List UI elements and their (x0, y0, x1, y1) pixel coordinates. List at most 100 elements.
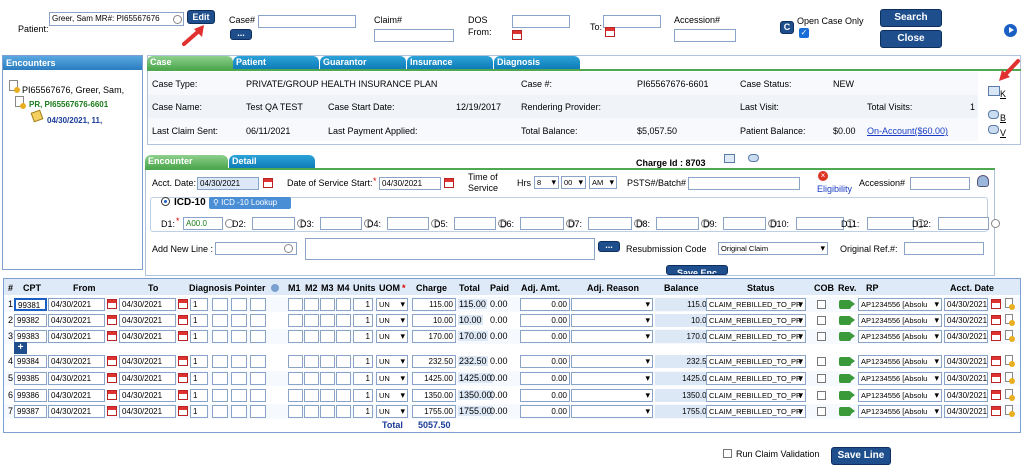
rev-arrow-icon[interactable] (839, 300, 855, 309)
rev-arrow-icon[interactable] (839, 357, 855, 366)
diagnosis-input-5[interactable] (454, 217, 496, 230)
adj-reason-select[interactable] (571, 298, 653, 311)
charge-input[interactable]: 232.50 (412, 355, 456, 368)
person-icon[interactable] (977, 175, 989, 187)
row-calendar-icon[interactable] (991, 299, 1001, 309)
row-note-icon[interactable] (1005, 314, 1015, 326)
acct-date-input[interactable]: 04/30/2021 (944, 355, 988, 368)
diagnosis-pointer-4[interactable] (250, 314, 266, 327)
to-date-input[interactable]: 04/30/2021 (119, 389, 176, 402)
acct-date-input[interactable]: 04/30/2021 (944, 389, 988, 402)
search-button[interactable]: Search (880, 9, 942, 27)
diagnosis-pointer-1[interactable]: 1 (190, 405, 208, 418)
from-date-input[interactable]: 04/30/2021 (48, 314, 105, 327)
row-calendar-icon[interactable] (991, 406, 1001, 416)
psts-input[interactable] (688, 177, 800, 190)
modifier-m4[interactable] (336, 330, 351, 343)
diagnosis-pointer-4[interactable] (250, 330, 266, 343)
modifier-m3[interactable] (320, 298, 335, 311)
uom-select[interactable]: UN (376, 389, 408, 402)
tab-encounter[interactable]: Encounter (145, 155, 228, 168)
adj-amt-input[interactable]: 0.00 (520, 298, 570, 311)
save-line-button[interactable]: Save Line (831, 447, 891, 465)
diagnosis-pointer-2[interactable] (212, 298, 228, 311)
acct-date-input[interactable]: 04/30/2021 (944, 405, 988, 418)
diagnosis-pointer-2[interactable] (212, 355, 228, 368)
tab-guarantor[interactable]: Guarantor (320, 56, 406, 69)
row-note-icon[interactable] (1005, 405, 1015, 417)
adj-amt-input[interactable]: 0.00 (520, 330, 570, 343)
dos-to-calendar-icon[interactable] (605, 27, 615, 37)
hrs-select[interactable]: 8 (534, 176, 559, 189)
acct-date-input[interactable]: 04/30/2021 (944, 298, 988, 311)
encounter-case[interactable]: PR, PI65567676-6601 (29, 100, 108, 109)
from-calendar-icon[interactable] (107, 315, 117, 325)
to-date-input[interactable]: 04/30/2021 (119, 405, 176, 418)
mins-select[interactable]: 00 (561, 176, 586, 189)
from-calendar-icon[interactable] (107, 390, 117, 400)
modifier-m3[interactable] (320, 355, 335, 368)
from-date-input[interactable]: 04/30/2021 (48, 298, 105, 311)
modifier-m3[interactable] (320, 314, 335, 327)
modifier-m4[interactable] (336, 389, 351, 402)
row-calendar-icon[interactable] (991, 331, 1001, 341)
diagnosis-input-12[interactable] (938, 217, 989, 230)
diagnosis-pointer-3[interactable] (231, 405, 247, 418)
rp-select[interactable]: AP1234556 [Absolu (858, 372, 942, 385)
rp-select[interactable]: AP1234556 [Absolu (858, 298, 942, 311)
diagnosis-input-3[interactable] (320, 217, 362, 230)
modifier-m1[interactable] (288, 389, 303, 402)
cob-checkbox[interactable] (817, 332, 826, 341)
modifier-m2[interactable] (304, 389, 319, 402)
uom-select[interactable]: UN (376, 314, 408, 327)
row-note-icon[interactable] (1005, 372, 1015, 384)
units-input[interactable]: 1 (353, 330, 373, 343)
diagnosis-pointer-2[interactable] (212, 330, 228, 343)
diagnosis-pointer-2[interactable] (212, 372, 228, 385)
diagnosis-input-6[interactable] (520, 217, 564, 230)
modifier-m1[interactable] (288, 298, 303, 311)
case-lookup-button[interactable]: ... (230, 29, 252, 40)
diagnosis-pointer-1[interactable]: 1 (190, 298, 208, 311)
modifier-m4[interactable] (336, 314, 351, 327)
from-calendar-icon[interactable] (107, 331, 117, 341)
adj-reason-select[interactable] (571, 405, 653, 418)
cpt-input[interactable]: 99382 (14, 314, 47, 327)
diagnosis-pointer-info-icon[interactable] (271, 284, 279, 292)
v-icon[interactable] (988, 125, 999, 134)
status-select[interactable]: CLAIM_REBILLED_TO_PR (706, 355, 806, 368)
units-input[interactable]: 1 (353, 372, 373, 385)
rp-select[interactable]: AP1234556 [Absolu (858, 389, 942, 402)
to-calendar-icon[interactable] (178, 356, 188, 366)
modifier-m3[interactable] (320, 389, 335, 402)
charge-comment-icon[interactable] (748, 154, 759, 162)
uom-select[interactable]: UN (376, 405, 408, 418)
diagnosis-input-4[interactable] (387, 217, 429, 230)
modifier-m4[interactable] (336, 372, 351, 385)
dos-start-calendar-icon[interactable] (444, 178, 454, 188)
dos-start-input[interactable]: 04/30/2021 (379, 177, 441, 190)
row-note-icon[interactable] (1005, 330, 1015, 342)
diagnosis-input-8[interactable] (656, 217, 699, 230)
rev-arrow-icon[interactable] (839, 316, 855, 325)
cob-checkbox[interactable] (817, 316, 826, 325)
claim-input[interactable] (374, 29, 454, 42)
rev-arrow-icon[interactable] (839, 407, 855, 416)
to-date-input[interactable]: 04/30/2021 (119, 330, 176, 343)
original-ref-input[interactable] (904, 242, 984, 255)
accession-input[interactable] (674, 29, 736, 42)
cob-checkbox[interactable] (817, 407, 826, 416)
add-new-line-notes[interactable] (305, 238, 595, 260)
row-calendar-icon[interactable] (991, 315, 1001, 325)
diagnosis-pointer-2[interactable] (212, 389, 228, 402)
to-calendar-icon[interactable] (178, 373, 188, 383)
to-calendar-icon[interactable] (178, 331, 188, 341)
run-claim-validation-checkbox[interactable] (723, 449, 732, 458)
units-input[interactable]: 1 (353, 389, 373, 402)
diagnosis-pointer-1[interactable]: 1 (190, 372, 208, 385)
cpt-input[interactable]: 99387 (14, 405, 47, 418)
diagnosis-pointer-4[interactable] (250, 372, 266, 385)
k-icon[interactable] (988, 86, 1000, 96)
b-label[interactable]: B (1000, 113, 1006, 123)
charge-input[interactable]: 10.00 (412, 314, 456, 327)
